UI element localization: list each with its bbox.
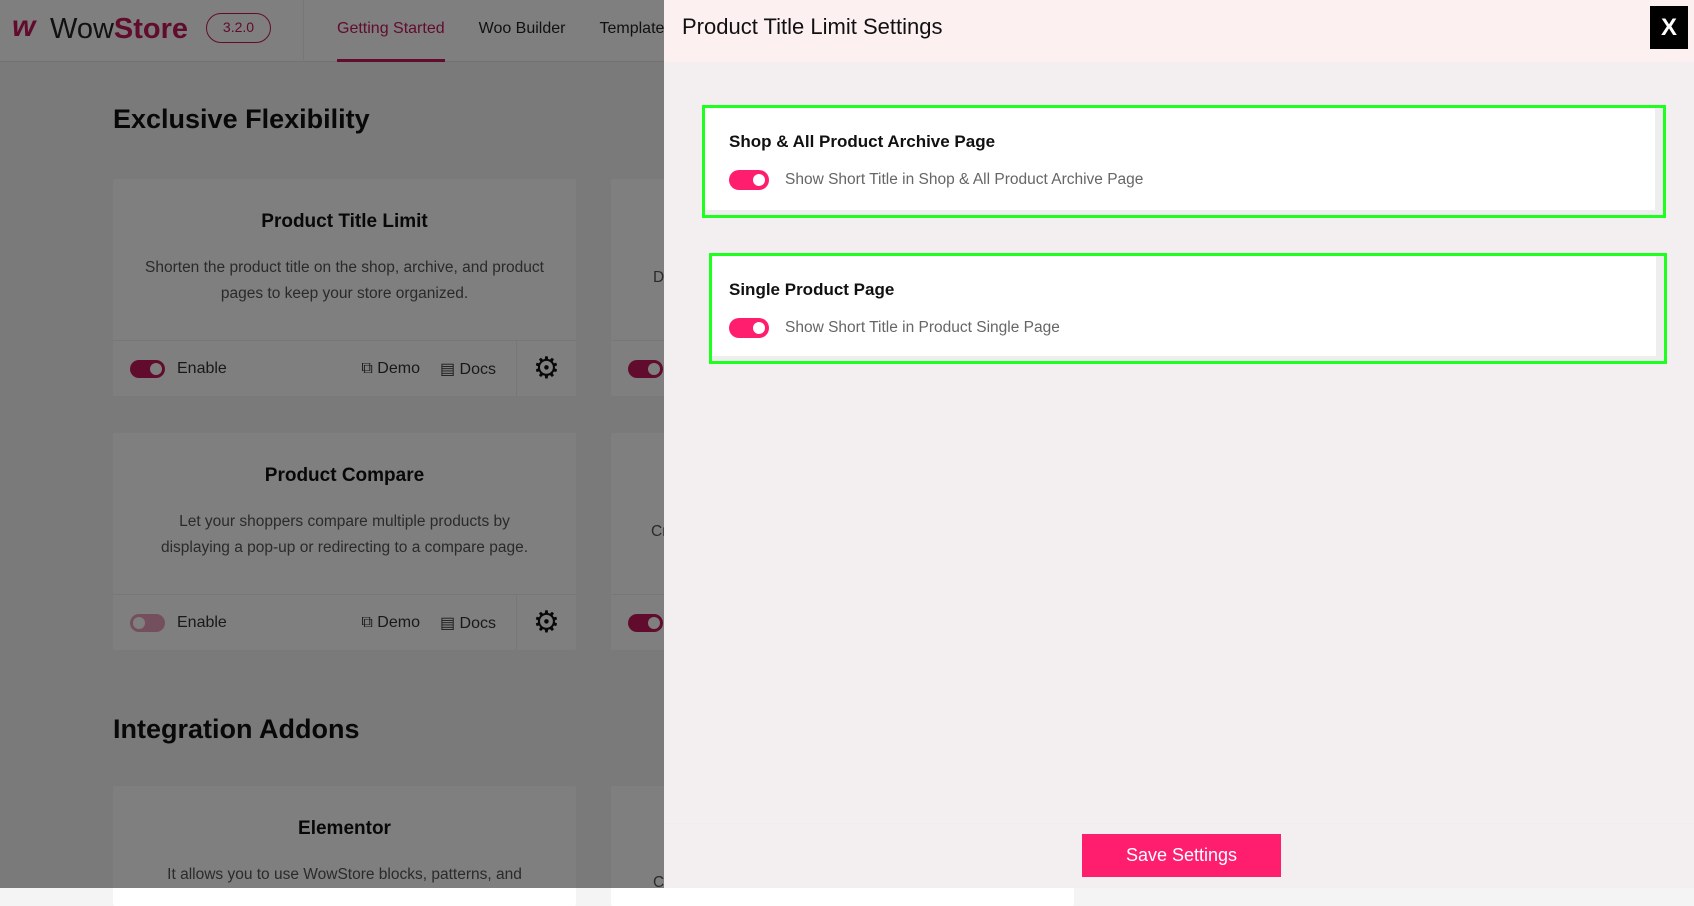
settings-panel: Product Title Limit Settings X Shop & Al…	[664, 0, 1694, 888]
close-icon: X	[1660, 14, 1677, 41]
short-title-single-toggle[interactable]	[729, 318, 769, 338]
option-row: Show Short Title in Shop & All Product A…	[729, 170, 1143, 190]
option-row: Show Short Title in Product Single Page	[729, 318, 1060, 338]
settings-group-archive: Shop & All Product Archive Page Show Sho…	[702, 105, 1666, 218]
save-settings-button[interactable]: Save Settings	[1082, 834, 1281, 877]
settings-group-single: Single Product Page Show Short Title in …	[709, 253, 1667, 364]
option-label: Show Short Title in Product Single Page	[785, 319, 1060, 336]
close-button[interactable]: X	[1650, 6, 1688, 49]
group-title: Single Product Page	[729, 280, 895, 299]
short-title-archive-toggle[interactable]	[729, 170, 769, 190]
panel-header: Product Title Limit Settings X	[664, 0, 1694, 62]
panel-footer: Save Settings	[664, 823, 1694, 888]
option-label: Show Short Title in Shop & All Product A…	[785, 171, 1144, 188]
panel-title: Product Title Limit Settings	[682, 14, 943, 39]
group-title: Shop & All Product Archive Page	[729, 132, 996, 151]
